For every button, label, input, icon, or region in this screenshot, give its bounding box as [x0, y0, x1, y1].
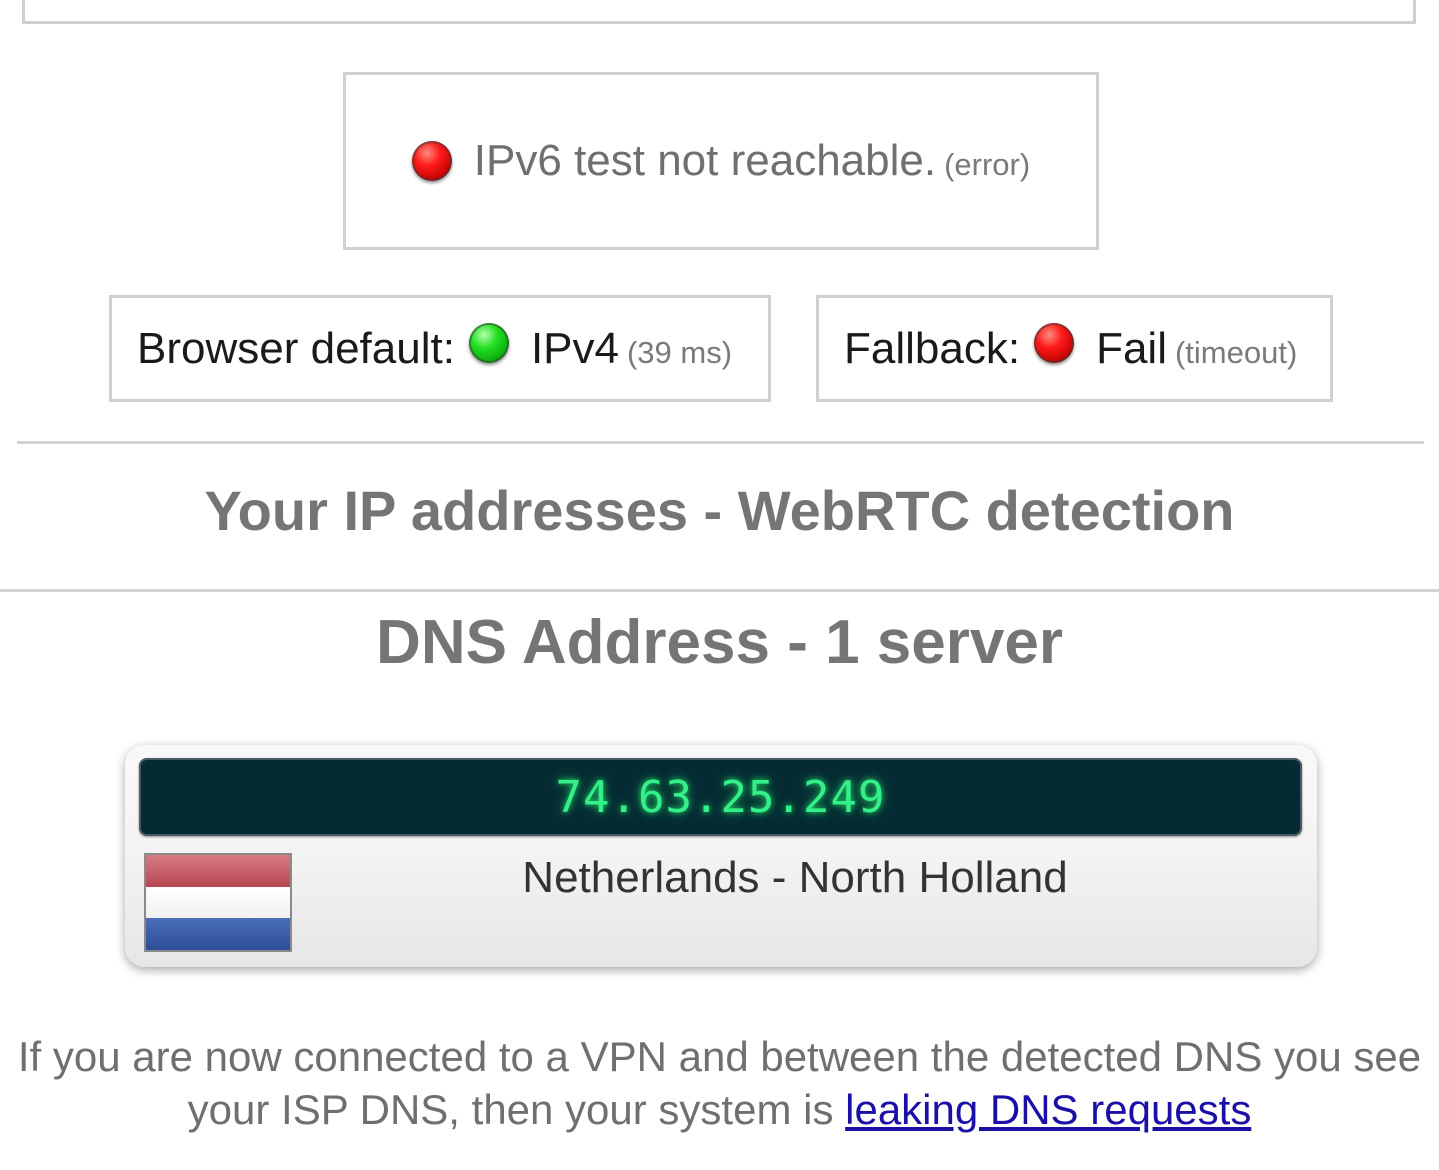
fallback-panel: Fallback: Fail (timeout) [816, 295, 1333, 402]
dns-leak-explanation: If you are now connected to a VPN and be… [0, 1030, 1439, 1136]
browser-default-value: IPv4 (39 ms) [531, 324, 732, 374]
ipv6-test-panel: IPv6 test not reachable. (error) [343, 72, 1099, 250]
browser-default-latency: (39 ms) [626, 334, 733, 370]
browser-default-protocol: IPv4 [530, 323, 619, 373]
previous-section-box [22, 0, 1416, 24]
ipv6-status-text: IPv6 test not reachable. (error) [474, 136, 1030, 186]
dns-section-title: DNS Address - 1 server [376, 608, 1063, 677]
red-status-dot-icon [1034, 322, 1075, 363]
fallback-note: (timeout) [1174, 334, 1298, 370]
green-status-dot-icon [468, 322, 509, 363]
dns-server-card: 74.63.25.249 Netherlands - North Holland [125, 745, 1317, 967]
fallback-label: Fallback: [844, 323, 1021, 373]
dns-server-location: Netherlands - North Holland [522, 853, 1068, 902]
section-divider [0, 589, 1439, 592]
red-status-dot-icon [411, 141, 452, 181]
page: IPv6 test not reachable. (error) Browser … [0, 0, 1439, 1170]
dns-leak-link[interactable]: leaking DNS requests [845, 1086, 1251, 1133]
webrtc-section-title: Your IP addresses - WebRTC detection [204, 479, 1235, 542]
section-divider [17, 441, 1424, 444]
ipv6-note: (error) [944, 147, 1031, 182]
browser-default-label: Browser default: [137, 323, 455, 373]
ipv6-message: IPv6 test not reachable. [473, 136, 937, 185]
netherlands-flag-icon [144, 853, 292, 952]
dns-ip-address[interactable]: 74.63.25.249 [139, 758, 1302, 836]
fallback-result: Fail [1096, 323, 1167, 373]
browser-default-panel: Browser default: IPv4 (39 ms) [109, 295, 771, 402]
fallback-value: Fail (timeout) [1096, 324, 1297, 374]
